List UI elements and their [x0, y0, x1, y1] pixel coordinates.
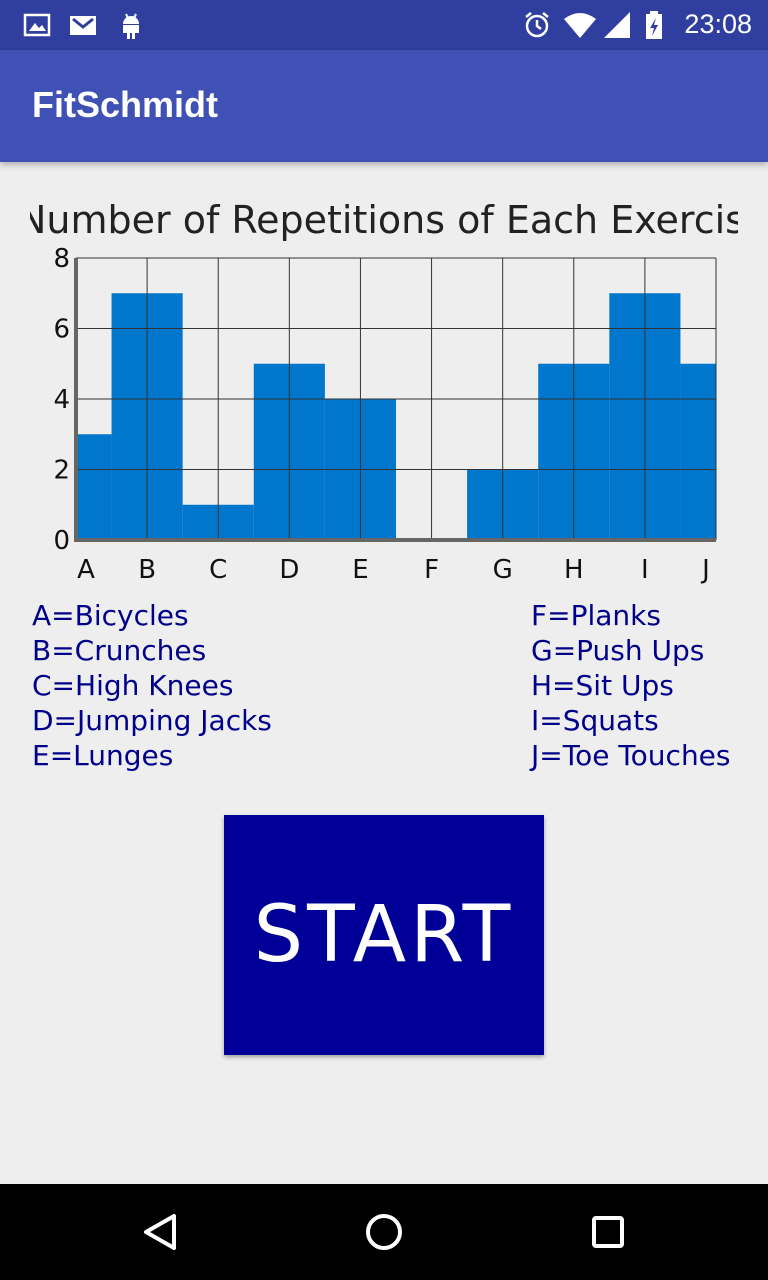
- back-icon[interactable]: [134, 1206, 186, 1258]
- image-icon: [23, 13, 51, 37]
- recents-icon[interactable]: [582, 1206, 634, 1258]
- navigation-bar: [0, 1184, 768, 1280]
- legend-item: A=Bicycles: [32, 599, 189, 632]
- x-tick-label: I: [641, 555, 649, 585]
- bar: [680, 363, 716, 540]
- x-tick-label: C: [209, 555, 227, 585]
- y-tick-label: 6: [53, 315, 70, 345]
- legend-item: H=Sit Ups: [531, 669, 674, 702]
- legend-item: J=Toe Touches: [531, 739, 731, 772]
- x-tick-label: B: [138, 555, 156, 585]
- alarm-icon: [525, 12, 549, 38]
- app-title: FitSchmidt: [32, 84, 218, 125]
- y-tick-label: 2: [53, 456, 70, 486]
- legend-item: E=Lunges: [32, 739, 174, 772]
- y-tick-label: 4: [53, 385, 70, 415]
- legend-item: G=Push Ups: [531, 634, 705, 667]
- legend-item: I=Squats: [531, 704, 659, 737]
- android-icon: [123, 13, 139, 39]
- x-tick-label: D: [279, 555, 299, 585]
- legend-right: F=Planks G=Push Ups H=Sit Ups I=Squats J…: [531, 598, 731, 773]
- legend-item: F=Planks: [531, 599, 661, 632]
- x-tick-label: E: [352, 555, 368, 585]
- app-bar: FitSchmidt: [0, 50, 768, 162]
- bar-chart: 0 2 4 6 8 A B C D E F G H I J: [53, 246, 717, 585]
- clock: 23:08: [684, 9, 752, 39]
- wifi-icon: [564, 13, 596, 38]
- legend-left: A=Bicycles B=Crunches C=High Knees D=Jum…: [32, 598, 272, 773]
- x-tick-label: F: [424, 555, 439, 585]
- x-tick-label: G: [493, 555, 513, 585]
- y-tick-label: 8: [53, 246, 70, 274]
- battery-icon: [646, 11, 662, 39]
- status-bar: 23:08: [0, 0, 768, 50]
- legend-item: C=High Knees: [32, 669, 234, 702]
- y-tick-label: 0: [53, 526, 70, 556]
- x-tick-label: J: [700, 555, 710, 585]
- gmail-icon: [70, 16, 96, 35]
- chart-title: Number of Repetitions of Each Exercise: [30, 198, 738, 242]
- signal-icon: [604, 12, 630, 38]
- start-button[interactable]: START: [224, 815, 544, 1055]
- x-tick-label: H: [564, 555, 584, 585]
- x-tick-label: A: [77, 555, 95, 585]
- legend-item: B=Crunches: [32, 634, 207, 667]
- bar: [76, 434, 112, 540]
- home-icon[interactable]: [358, 1206, 410, 1258]
- legend-item: D=Jumping Jacks: [32, 704, 272, 737]
